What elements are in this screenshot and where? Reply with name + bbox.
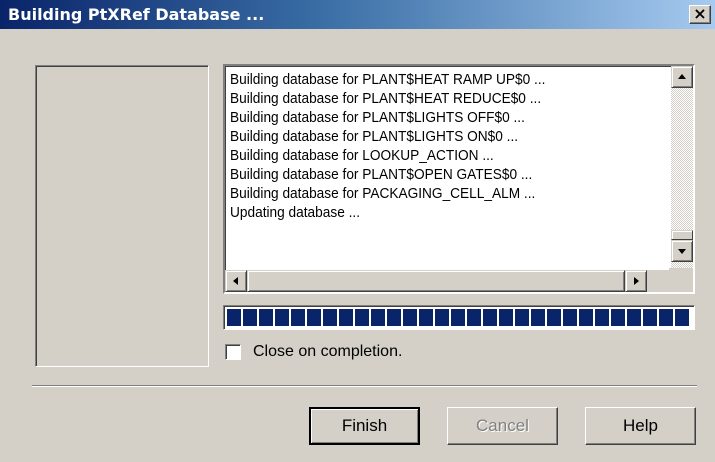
log-line: Building database for PLANT$HEAT RAMP UP…: [230, 71, 546, 88]
cancel-button: Cancel: [447, 407, 558, 445]
close-on-completion-label[interactable]: Close on completion.: [253, 343, 402, 361]
close-on-completion-checkbox[interactable]: [225, 344, 241, 360]
arrow-right-icon: [634, 277, 639, 285]
arrow-up-icon: [678, 74, 686, 79]
log-line: Building database for PACKAGING_CELL_ALM…: [230, 185, 536, 202]
arrow-down-icon: [678, 249, 686, 254]
scroll-right-button[interactable]: [625, 270, 647, 292]
close-icon: ×: [693, 4, 707, 23]
scroll-left-button[interactable]: [225, 270, 247, 292]
horizontal-scroll-thumb[interactable]: [247, 270, 625, 292]
vertical-scroll-thumb[interactable]: [671, 230, 693, 240]
scrollbar-corner: [669, 268, 693, 292]
log-line: Building database for LOOKUP_ACTION ...: [230, 147, 494, 164]
close-button[interactable]: ×: [689, 5, 711, 24]
progress-bar: [223, 305, 695, 330]
horizontal-scrollbar[interactable]: [225, 270, 671, 292]
finish-button[interactable]: Finish: [309, 407, 420, 445]
scroll-down-button[interactable]: [671, 240, 693, 262]
log-line: Building database for PLANT$HEAT REDUCE$…: [230, 90, 542, 107]
separator-line: [32, 385, 697, 387]
log-line: Building database for PLANT$LIGHTS ON$0 …: [230, 128, 519, 145]
build-database-dialog: Building PtXRef Database ... × Building …: [0, 0, 715, 462]
title-bar: Building PtXRef Database ... ×: [0, 0, 715, 29]
image-panel: [35, 65, 209, 367]
progress-fill: [227, 309, 689, 326]
log-line: Updating database ...: [230, 204, 361, 221]
log-lines: Building database for PLANT$HEAT RAMP UP…: [230, 70, 660, 270]
scroll-up-button[interactable]: [671, 66, 693, 88]
arrow-left-icon: [233, 277, 238, 285]
window-title: Building PtXRef Database ...: [8, 5, 265, 24]
log-listbox[interactable]: Building database for PLANT$HEAT RAMP UP…: [223, 64, 695, 294]
help-button[interactable]: Help: [585, 407, 696, 445]
vertical-scrollbar[interactable]: [671, 66, 693, 270]
log-line: Building database for PLANT$LIGHTS OFF$0…: [230, 109, 525, 126]
log-line: Building database for PLANT$OPEN GATES$0…: [230, 166, 533, 183]
